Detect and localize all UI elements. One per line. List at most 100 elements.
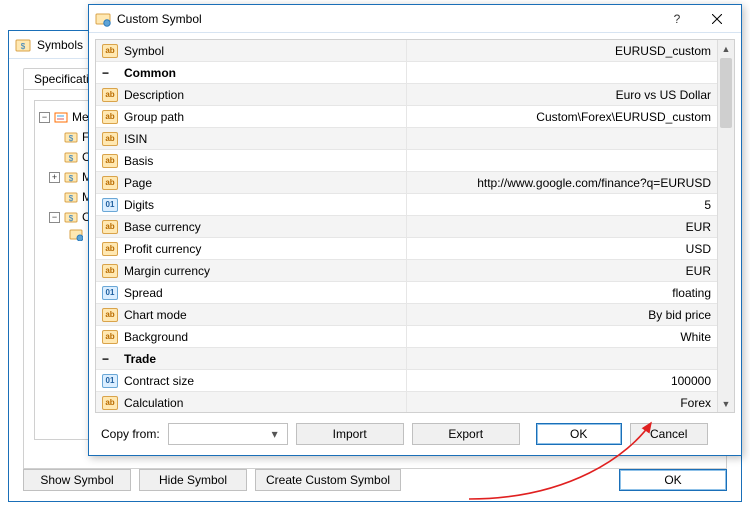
property-row[interactable]: ab ISIN	[96, 128, 717, 150]
folder-icon: $	[64, 150, 78, 164]
svg-text:$: $	[69, 174, 74, 183]
custom-bottom-row: Copy from: ▾ Import Export OK Cancel	[95, 413, 735, 449]
vertical-scrollbar[interactable]: ▲ ▼	[717, 40, 734, 412]
create-custom-symbol-button[interactable]: Create Custom Symbol	[255, 469, 401, 491]
field-type-icon: ab	[102, 308, 118, 322]
field-type-icon: 01	[102, 198, 118, 212]
section-header: −Common	[96, 62, 717, 84]
property-label: Description	[124, 88, 184, 102]
import-button[interactable]: Import	[296, 423, 404, 445]
property-row[interactable]: 01 Contract size 100000	[96, 370, 717, 392]
symbols-icon: $	[15, 37, 31, 53]
property-row[interactable]: ab Description Euro vs US Dollar	[96, 84, 717, 106]
folder-root-icon	[54, 110, 68, 124]
property-label: Background	[124, 330, 188, 344]
plus-icon[interactable]: +	[49, 172, 60, 183]
custom-title: Custom Symbol	[117, 12, 657, 26]
field-type-icon: ab	[102, 242, 118, 256]
folder-icon: $	[64, 190, 78, 204]
property-value[interactable]: Forex	[407, 392, 718, 412]
svg-text:$: $	[69, 154, 74, 163]
property-value[interactable]	[407, 150, 718, 171]
custom-titlebar: Custom Symbol ?	[89, 5, 741, 33]
property-value[interactable]: Euro vs US Dollar	[407, 84, 718, 105]
section-header: −Trade	[96, 348, 717, 370]
scroll-thumb[interactable]	[720, 58, 732, 128]
property-row[interactable]: ab Group path Custom\Forex\EURUSD_custom	[96, 106, 717, 128]
property-row[interactable]: 01 Spread floating	[96, 282, 717, 304]
section-label: Common	[124, 66, 176, 80]
copy-from-label: Copy from:	[101, 427, 160, 441]
field-type-icon: ab	[102, 132, 118, 146]
field-type-icon: ab	[102, 44, 118, 58]
cancel-button[interactable]: Cancel	[630, 423, 708, 445]
export-button[interactable]: Export	[412, 423, 520, 445]
folder-icon: $	[64, 130, 78, 144]
property-label: Spread	[124, 286, 163, 300]
question-icon: ?	[674, 12, 681, 26]
custom-ok-button[interactable]: OK	[536, 423, 622, 445]
collapse-icon[interactable]: −	[102, 352, 112, 366]
gear-folder-icon	[69, 227, 83, 241]
property-value[interactable]: Custom\Forex\EURUSD_custom	[407, 106, 718, 127]
property-row[interactable]: ab Background White	[96, 326, 717, 348]
property-row[interactable]: abSymbolEURUSD_custom	[96, 40, 717, 62]
property-row[interactable]: ab Page http://www.google.com/finance?q=EU…	[96, 172, 717, 194]
property-row[interactable]: abMargin currencyEUR	[96, 260, 717, 282]
property-label: Calculation	[124, 396, 183, 410]
property-value[interactable]: EUR	[407, 216, 718, 237]
property-value[interactable]: White	[407, 326, 718, 347]
property-row[interactable]: ab Calculation Forex	[96, 392, 717, 412]
property-value[interactable]: floating	[407, 282, 718, 303]
field-type-icon: 01	[102, 286, 118, 300]
scroll-down-icon[interactable]: ▼	[718, 395, 734, 412]
property-label: Contract size	[124, 374, 194, 388]
field-type-icon: 01	[102, 374, 118, 388]
chevron-down-icon: ▾	[267, 427, 283, 441]
minus-icon[interactable]: −	[49, 212, 60, 223]
property-value[interactable]: USD	[407, 238, 718, 259]
minus-icon[interactable]: −	[39, 112, 50, 123]
field-type-icon: ab	[102, 110, 118, 124]
svg-text:$: $	[69, 214, 74, 223]
field-type-icon: ab	[102, 330, 118, 344]
property-label: Page	[124, 176, 152, 190]
property-value[interactable]: EURUSD_custom	[407, 40, 718, 61]
property-row[interactable]: ab Chart mode By bid price	[96, 304, 717, 326]
property-label: Group path	[124, 110, 184, 124]
help-button[interactable]: ?	[657, 6, 697, 32]
property-label: Margin currency	[124, 264, 210, 278]
field-type-icon: ab	[102, 154, 118, 168]
scroll-up-icon[interactable]: ▲	[718, 40, 734, 57]
folder-icon: $	[64, 210, 78, 224]
property-value[interactable]: 5	[407, 194, 718, 215]
field-type-icon: ab	[102, 220, 118, 234]
show-symbol-button[interactable]: Show Symbol	[23, 469, 131, 491]
property-row[interactable]: abBase currencyEUR	[96, 216, 717, 238]
svg-text:$: $	[69, 134, 74, 143]
property-value[interactable]: http://www.google.com/finance?q=EURUSD	[407, 172, 718, 193]
symbols-ok-button[interactable]: OK	[619, 469, 727, 491]
field-type-icon: ab	[102, 88, 118, 102]
property-value[interactable]: By bid price	[407, 304, 718, 325]
custom-symbol-window: Custom Symbol ? abSymbolEURUSD_custom−Co…	[88, 4, 742, 456]
property-label: ISIN	[124, 132, 147, 146]
section-label: Trade	[124, 352, 156, 366]
gear-folder-icon	[95, 11, 111, 27]
property-row[interactable]: abBasis	[96, 150, 717, 172]
field-type-icon: ab	[102, 396, 118, 410]
property-label: Digits	[124, 198, 154, 212]
copy-from-select[interactable]: ▾	[168, 423, 288, 445]
property-value[interactable]: 100000	[407, 370, 718, 391]
property-row[interactable]: ab Profit currency USD	[96, 238, 717, 260]
property-label: Chart mode	[124, 308, 187, 322]
property-row[interactable]: 01 Digits 5	[96, 194, 717, 216]
collapse-icon[interactable]: −	[102, 66, 112, 80]
close-button[interactable]	[697, 6, 737, 32]
property-value[interactable]: EUR	[407, 260, 718, 281]
symbols-bottom-row: Show Symbol Hide Symbol Create Custom Sy…	[23, 469, 727, 491]
property-value[interactable]	[407, 128, 718, 149]
hide-symbol-button[interactable]: Hide Symbol	[139, 469, 247, 491]
field-type-icon: ab	[102, 176, 118, 190]
property-label: Profit currency	[124, 242, 201, 256]
